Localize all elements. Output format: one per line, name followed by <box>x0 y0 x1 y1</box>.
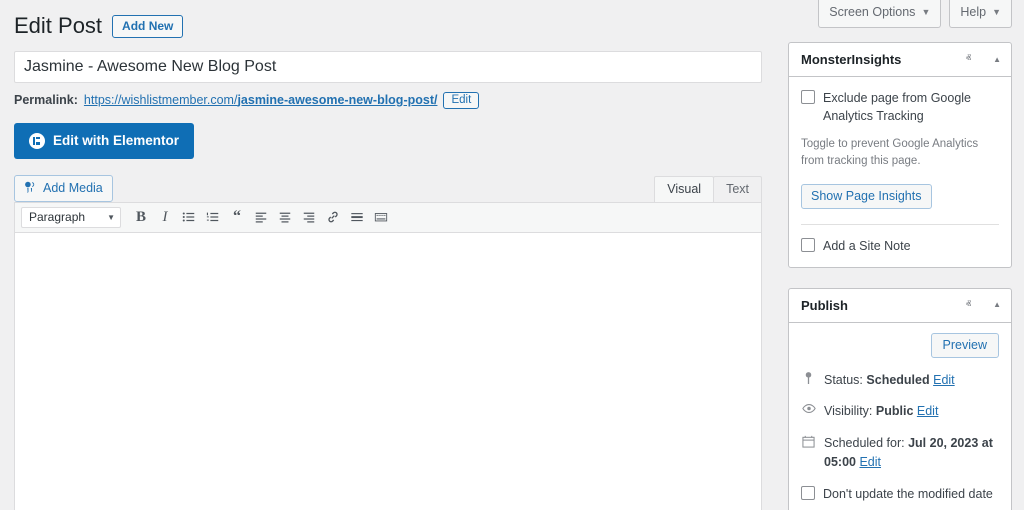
eye-icon <box>801 403 816 414</box>
status-value: Scheduled <box>866 373 929 387</box>
scheduled-label: Scheduled for: <box>824 436 905 450</box>
publish-panel-title: Publish <box>801 298 848 313</box>
toolbar-toggle-icon[interactable] <box>370 206 392 228</box>
move-up-icon[interactable]: ⱏ <box>966 54 971 65</box>
visibility-value: Public <box>876 404 914 418</box>
sidebar-column: MonsterInsights ⱏ ⱟ ▲ Exclude page from … <box>788 42 1012 510</box>
exclude-tracking-checkbox[interactable] <box>801 90 815 104</box>
move-up-icon[interactable]: ⱏ <box>966 300 971 311</box>
dont-update-modified-checkbox[interactable] <box>801 486 815 500</box>
align-center-icon[interactable] <box>274 206 296 228</box>
permalink-label: Permalink: <box>14 93 78 107</box>
panel-controls: ⱏ ⱟ ▲ <box>966 300 1001 311</box>
elementor-logo-icon <box>29 133 45 149</box>
publish-panel-body: Preview Status: Scheduled Edit Visibilit… <box>789 323 1011 510</box>
permalink-row: Permalink: https://wishlistmember.com/ja… <box>14 92 762 109</box>
visibility-edit-link[interactable]: Edit <box>917 404 939 418</box>
align-left-icon[interactable] <box>250 206 272 228</box>
permalink-link[interactable]: https://wishlistmember.com/jasmine-aweso… <box>84 93 438 107</box>
dont-update-modified-row: Don't update the modified date <box>801 485 999 503</box>
editor-box: Paragraph ▼ B I “ <box>14 202 762 510</box>
visibility-label: Visibility: <box>824 404 872 418</box>
main-editor-column: Edit Post Add New Permalink: https://wis… <box>0 0 776 510</box>
exclude-tracking-row: Exclude page from Google Analytics Track… <box>801 89 999 125</box>
dont-update-modified-label: Don't update the modified date <box>823 485 993 503</box>
publish-panel-header: Publish ⱏ ⱟ ▲ <box>789 289 1011 323</box>
add-new-button[interactable]: Add New <box>112 15 183 38</box>
editor-top-row: Add Media Visual Text <box>14 175 762 202</box>
chevron-down-icon: ▼ <box>992 6 1001 19</box>
monsterinsights-panel-header: MonsterInsights ⱏ ⱟ ▲ <box>789 43 1011 77</box>
status-label: Status: <box>824 373 863 387</box>
insert-link-icon[interactable] <box>322 206 344 228</box>
italic-icon[interactable]: I <box>154 206 176 228</box>
add-site-note-label: Add a Site Note <box>823 237 911 255</box>
editor-mode-tabs: Visual Text <box>655 176 762 202</box>
tab-text[interactable]: Text <box>713 176 762 202</box>
monsterinsights-panel: MonsterInsights ⱏ ⱟ ▲ Exclude page from … <box>788 42 1012 268</box>
scheduled-edit-link[interactable]: Edit <box>859 455 881 469</box>
status-text: Status: Scheduled Edit <box>824 371 955 390</box>
monsterinsights-panel-title: MonsterInsights <box>801 52 901 67</box>
screen-options-label: Screen Options <box>829 4 915 22</box>
calendar-icon <box>801 435 816 448</box>
editor-content-area[interactable] <box>15 233 761 510</box>
show-page-insights-button[interactable]: Show Page Insights <box>801 184 932 209</box>
monsterinsights-panel-body: Exclude page from Google Analytics Track… <box>789 77 1011 267</box>
permalink-slug: jasmine-awesome-new-blog-post/ <box>237 93 437 107</box>
media-icon <box>23 180 37 196</box>
help-button[interactable]: Help ▼ <box>949 0 1012 28</box>
panel-controls: ⱏ ⱟ ▲ <box>966 54 1001 65</box>
site-note-row: Add a Site Note <box>801 237 999 255</box>
bulleted-list-icon[interactable] <box>178 206 200 228</box>
add-media-label: Add Media <box>43 181 103 195</box>
permalink-edit-button[interactable]: Edit <box>443 92 479 109</box>
exclude-tracking-hint: Toggle to prevent Google Analytics from … <box>801 136 999 169</box>
tab-visual[interactable]: Visual <box>654 176 714 202</box>
classic-editor: Add Media Visual Text Paragraph ▼ B I “ <box>14 175 762 510</box>
help-label: Help <box>960 4 986 22</box>
blockquote-icon[interactable]: “ <box>226 206 248 228</box>
add-media-button[interactable]: Add Media <box>14 175 113 202</box>
edit-with-elementor-label: Edit with Elementor <box>53 133 179 148</box>
exclude-tracking-label: Exclude page from Google Analytics Track… <box>823 89 999 125</box>
edit-with-elementor-button[interactable]: Edit with Elementor <box>14 123 194 159</box>
read-more-icon[interactable] <box>346 206 368 228</box>
paragraph-format-value: Paragraph <box>29 210 85 224</box>
wp-post-editor-screen: Screen Options ▼ Help ▼ Edit Post Add Ne… <box>0 0 1024 510</box>
scheduled-text: Scheduled for: Jul 20, 2023 at 05:00 Edi… <box>824 434 999 472</box>
toggle-panel-icon[interactable]: ▲ <box>993 56 1001 64</box>
add-site-note-checkbox[interactable] <box>801 238 815 252</box>
paragraph-format-select[interactable]: Paragraph ▼ <box>21 207 121 228</box>
page-header: Edit Post Add New <box>14 6 762 51</box>
visibility-row: Visibility: Public Edit <box>801 402 999 421</box>
preview-button[interactable]: Preview <box>931 333 999 358</box>
publish-panel: Publish ⱏ ⱟ ▲ Preview Status: Scheduled <box>788 288 1012 510</box>
permalink-base: https://wishlistmember.com/ <box>84 93 238 107</box>
toggle-panel-icon[interactable]: ▲ <box>993 301 1001 309</box>
screen-options-button[interactable]: Screen Options ▼ <box>818 0 941 28</box>
numbered-list-icon[interactable] <box>202 206 224 228</box>
chevron-down-icon: ▼ <box>107 213 115 222</box>
preview-row: Preview <box>801 333 999 358</box>
editor-toolbar: Paragraph ▼ B I “ <box>15 203 761 233</box>
align-right-icon[interactable] <box>298 206 320 228</box>
panel-divider <box>801 224 999 225</box>
screen-meta-links: Screen Options ▼ Help ▼ <box>818 0 1012 28</box>
post-title-input[interactable] <box>14 51 762 83</box>
status-row: Status: Scheduled Edit <box>801 371 999 390</box>
status-edit-link[interactable]: Edit <box>933 373 955 387</box>
scheduled-row: Scheduled for: Jul 20, 2023 at 05:00 Edi… <box>801 434 999 472</box>
page-title: Edit Post <box>14 12 102 41</box>
pin-icon <box>801 372 816 385</box>
visibility-text: Visibility: Public Edit <box>824 402 938 421</box>
bold-icon[interactable]: B <box>130 206 152 228</box>
chevron-down-icon: ▼ <box>921 6 930 19</box>
